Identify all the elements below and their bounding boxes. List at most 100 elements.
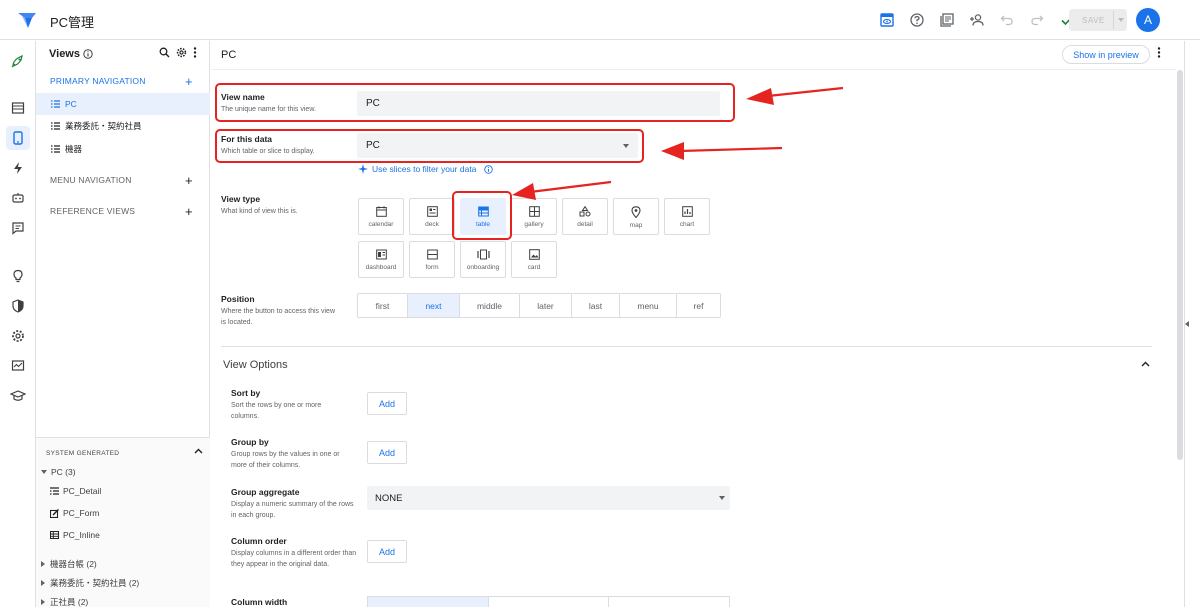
detail-icon xyxy=(50,487,59,495)
page-kebab-menu-icon[interactable] xyxy=(1157,47,1161,58)
view-type-detail[interactable]: detail xyxy=(562,198,608,235)
position-segmented-control: first next middle later last menu ref xyxy=(357,293,721,318)
page-title: PC xyxy=(221,49,237,61)
view-type-onboarding[interactable]: onboarding xyxy=(460,241,506,278)
user-avatar[interactable]: A xyxy=(1136,8,1160,32)
sys-group-employees[interactable]: 正社員 (2) xyxy=(41,596,88,607)
view-type-gallery[interactable]: gallery xyxy=(511,198,557,235)
group-by-label: Group by xyxy=(231,437,269,447)
sys-group-label: PC (3) xyxy=(51,467,76,477)
dashboard-icon xyxy=(375,249,387,260)
help-icon[interactable] xyxy=(902,10,932,30)
expand-panel-chevron-icon[interactable] xyxy=(1185,321,1189,327)
position-later[interactable]: later xyxy=(520,294,572,317)
group-by-sub: Group rows by the values in one or more … xyxy=(231,451,340,469)
rail-security-icon[interactable] xyxy=(6,294,30,318)
position-next[interactable]: next xyxy=(408,294,460,317)
rail-chat-icon[interactable] xyxy=(6,216,30,240)
sys-item-label: PC_Inline xyxy=(63,530,100,540)
rail-settings-icon[interactable] xyxy=(6,324,30,348)
add-primary-view-plus-icon[interactable]: + xyxy=(185,75,193,88)
search-icon[interactable] xyxy=(159,47,170,58)
view-type-calendar[interactable]: calendar xyxy=(358,198,404,235)
preview-toggle-icon[interactable] xyxy=(872,10,902,30)
annotation-box-view-type-table xyxy=(452,191,512,240)
use-slices-link[interactable]: Use slices to filter your data xyxy=(358,164,494,174)
onboarding-icon xyxy=(476,249,490,260)
position-first[interactable]: first xyxy=(358,294,408,317)
view-type-card[interactable]: card xyxy=(511,241,557,278)
rail-monitor-icon[interactable] xyxy=(6,354,30,378)
group-aggregate-select[interactable]: NONE xyxy=(367,486,730,510)
caret-right-icon xyxy=(41,599,45,605)
save-dropdown-chevron-icon[interactable] xyxy=(1118,18,1124,22)
nav-item-devices[interactable]: 機器 xyxy=(36,138,210,160)
rail-views-icon[interactable] xyxy=(6,126,30,150)
rail-learn-icon[interactable] xyxy=(6,384,30,408)
view-type-deck[interactable]: deck xyxy=(409,198,455,235)
save-button[interactable]: SAVE xyxy=(1069,9,1127,31)
view-type-option-label: onboarding xyxy=(466,264,500,271)
position-middle[interactable]: middle xyxy=(460,294,520,317)
undo-icon[interactable] xyxy=(992,10,1022,30)
sys-item-label: PC_Detail xyxy=(63,486,102,496)
rail-launch-icon[interactable] xyxy=(6,49,30,73)
nav-item-pc[interactable]: PC xyxy=(36,93,210,115)
sys-item-pc-detail[interactable]: PC_Detail xyxy=(50,486,101,496)
app-title: PC管理 xyxy=(50,15,95,30)
redo-icon[interactable] xyxy=(1022,10,1052,30)
use-slices-link-label: Use slices to filter your data xyxy=(372,164,477,174)
system-generated-header: SYSTEM GENERATED xyxy=(46,450,120,457)
view-type-form[interactable]: form xyxy=(409,241,455,278)
view-type-option-label: dashboard xyxy=(365,264,397,271)
header-divider xyxy=(211,69,1176,70)
rail-data-icon[interactable] xyxy=(6,96,30,120)
show-in-preview-button[interactable]: Show in preview xyxy=(1062,45,1150,64)
position-menu[interactable]: menu xyxy=(620,294,677,317)
sparkle-icon xyxy=(358,164,368,174)
column-order-add-button[interactable]: Add xyxy=(367,540,407,563)
main-scrollbar[interactable] xyxy=(1177,70,1183,460)
column-width-segmented-control[interactable] xyxy=(367,596,730,607)
top-bar: PC管理 SAVE A xyxy=(0,0,1200,40)
map-pin-icon xyxy=(631,206,641,218)
position-label: Position xyxy=(221,294,255,304)
sort-by-add-button[interactable]: Add xyxy=(367,392,407,415)
sys-item-pc-inline[interactable]: PC_Inline xyxy=(50,530,100,540)
view-type-option-label: map xyxy=(629,222,643,229)
add-menu-view-plus-icon[interactable]: + xyxy=(185,174,193,187)
kebab-menu-icon[interactable] xyxy=(193,47,197,58)
sys-group-label: 機器台帳 (2) xyxy=(50,559,97,569)
position-ref[interactable]: ref xyxy=(677,294,720,317)
library-icon[interactable] xyxy=(932,10,962,30)
menu-nav-label: MENU NAVIGATION xyxy=(50,175,132,185)
reference-views-label: REFERENCE VIEWS xyxy=(50,206,136,216)
rail-bot-icon[interactable] xyxy=(6,186,30,210)
view-type-map[interactable]: map xyxy=(613,198,659,235)
sys-item-pc-form[interactable]: PC_Form xyxy=(50,508,99,518)
rail-automation-icon[interactable] xyxy=(6,156,30,180)
view-type-chart[interactable]: chart xyxy=(664,198,710,235)
view-type-dashboard[interactable]: dashboard xyxy=(358,241,404,278)
nav-item-contractors[interactable]: 業務委託・契約社員 xyxy=(36,115,210,137)
add-user-icon[interactable] xyxy=(962,10,992,30)
chevron-up-icon[interactable] xyxy=(194,448,203,454)
chevron-up-icon[interactable] xyxy=(1141,361,1150,367)
view-type-option-label: deck xyxy=(425,221,439,228)
list-icon xyxy=(51,145,60,153)
add-reference-view-plus-icon[interactable]: + xyxy=(185,205,193,218)
rail-intelligence-icon[interactable] xyxy=(6,264,30,288)
app-root: PC管理 SAVE A Views PRIMARY NAVIGATION + P… xyxy=(0,0,1200,607)
group-aggregate-dropdown-icon[interactable] xyxy=(719,496,725,500)
position-last[interactable]: last xyxy=(572,294,620,317)
list-icon xyxy=(51,100,60,108)
group-by-add-button[interactable]: Add xyxy=(367,441,407,464)
sys-group-contractors[interactable]: 業務委託・契約社員 (2) xyxy=(41,577,139,589)
appsheet-logo-icon xyxy=(18,13,36,28)
nav-item-label: PC xyxy=(65,99,77,109)
info-icon[interactable] xyxy=(484,164,494,174)
info-icon[interactable] xyxy=(83,49,93,59)
sys-group-pc[interactable]: PC (3) xyxy=(41,467,76,477)
gear-icon[interactable] xyxy=(176,47,187,58)
sys-group-device-ledger[interactable]: 機器台帳 (2) xyxy=(41,558,97,570)
